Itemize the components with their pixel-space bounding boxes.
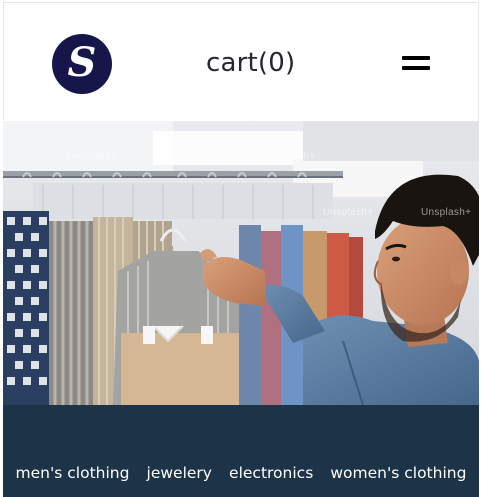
category-electronics[interactable]: electronics [229, 464, 313, 482]
menu-bar-bottom [402, 66, 430, 70]
logo-letter: S [67, 39, 97, 86]
site-header: S cart(0) [3, 2, 479, 120]
brand-logo[interactable]: S [52, 34, 112, 94]
menu-bar-top [402, 56, 430, 60]
hamburger-icon[interactable] [402, 51, 432, 73]
hero-image: Unsplash+ Unsplash+ Unsplash+ Unsplash+ … [3, 121, 479, 405]
category-mens-clothing[interactable]: men's clothing [16, 464, 130, 482]
category-list: men's clothing jewelery electronics wome… [3, 463, 479, 483]
category-jewelery[interactable]: jewelery [147, 464, 212, 482]
hero-illustration [3, 121, 479, 405]
cart-link[interactable]: cart(0) [206, 45, 295, 81]
category-bar: men's clothing jewelery electronics wome… [3, 405, 479, 497]
page: S cart(0) Unsplash+ Unsplash+ Unsplash+ … [0, 0, 482, 497]
category-womens-clothing[interactable]: women's clothing [330, 464, 466, 482]
